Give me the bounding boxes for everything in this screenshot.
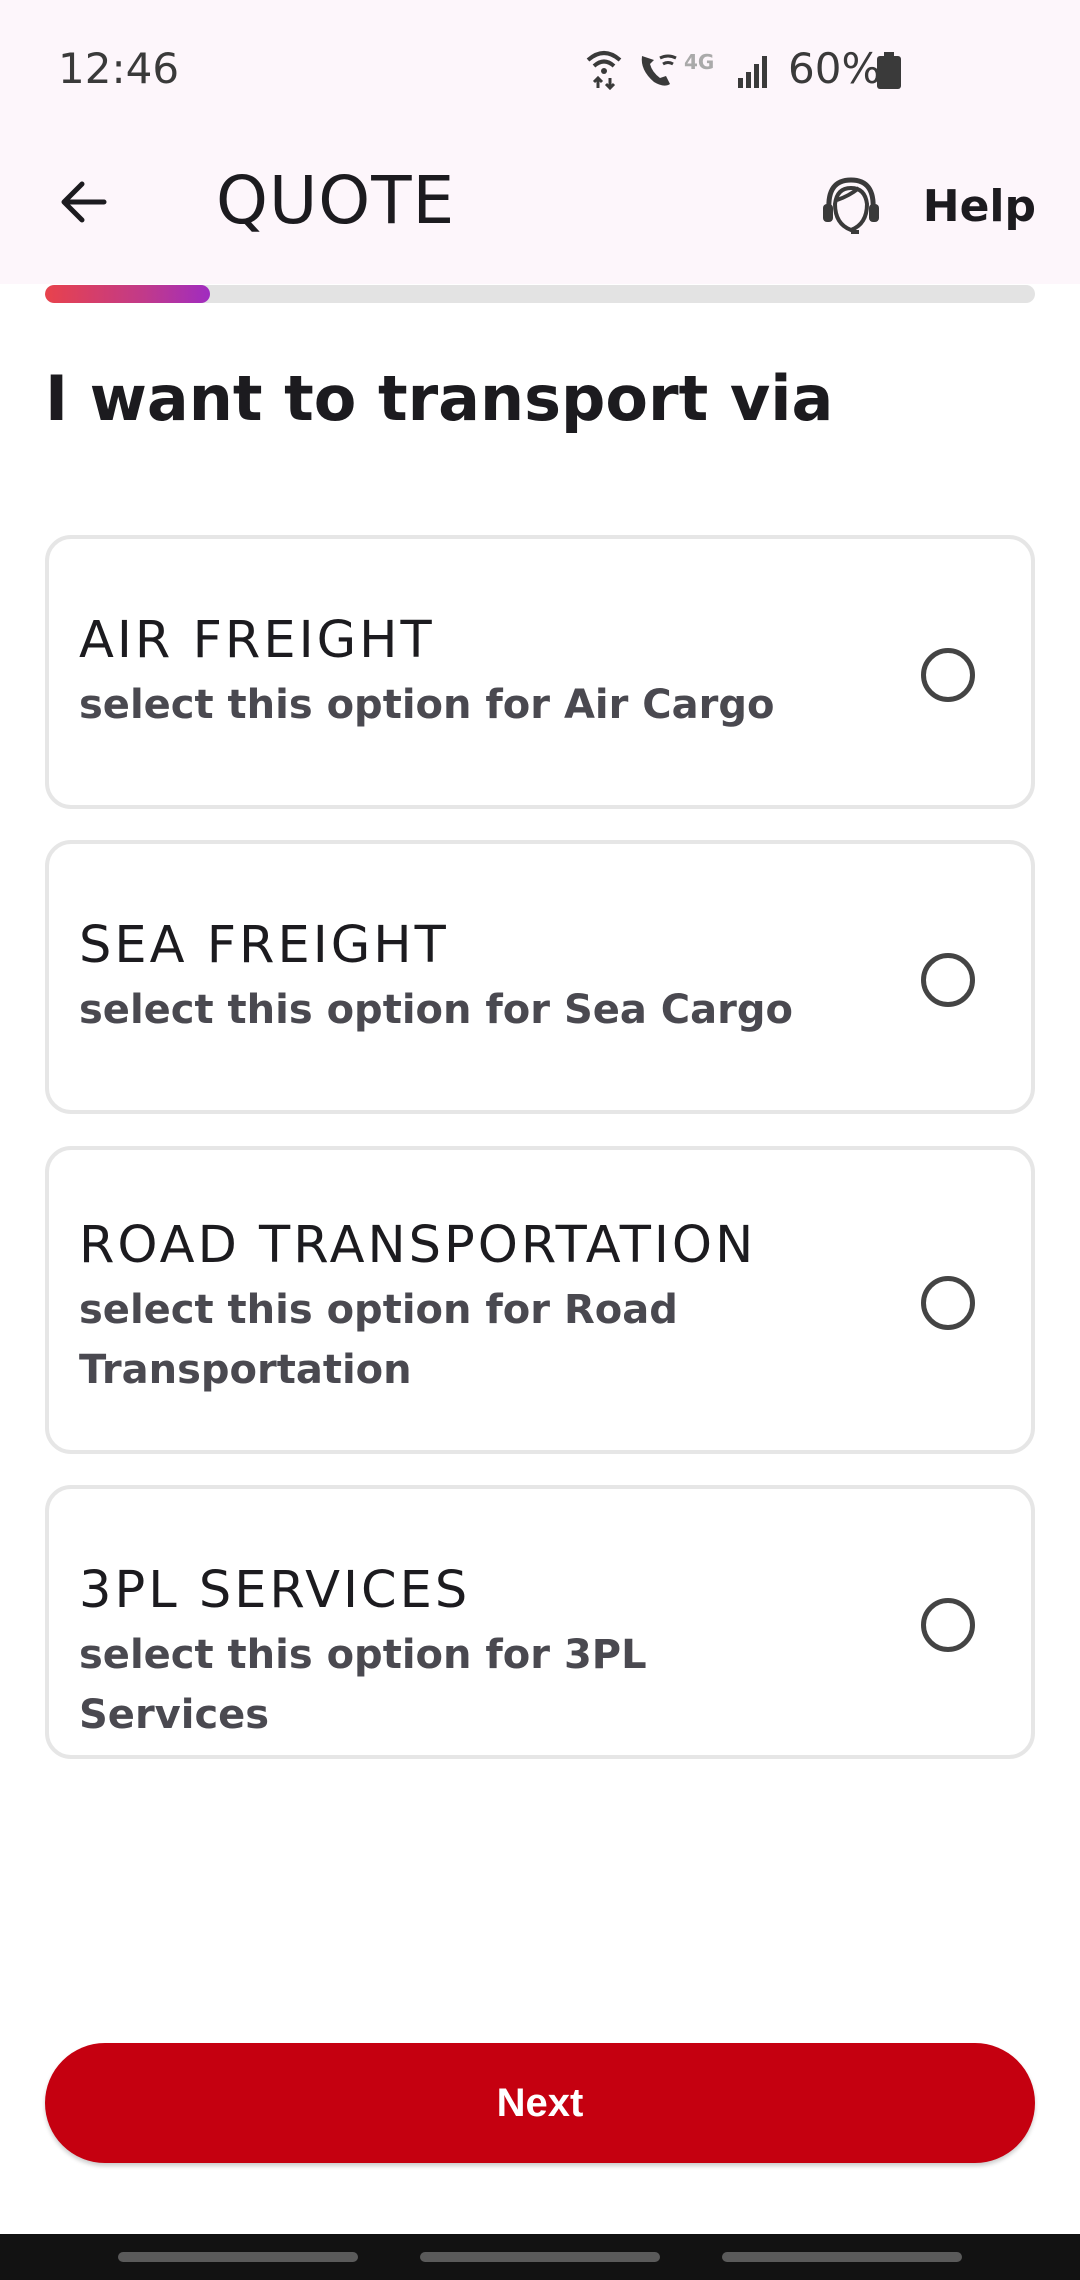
arrow-left-icon xyxy=(61,181,107,223)
nav-recents-handle[interactable] xyxy=(118,2252,358,2262)
option-3pl-services[interactable]: 3PL SERVICES select this option for 3PL … xyxy=(45,1485,1035,1759)
radio-button[interactable] xyxy=(921,1598,975,1652)
progress-bar xyxy=(45,285,1035,303)
option-title: AIR FREIGHT xyxy=(79,611,435,670)
signal-icon xyxy=(736,52,772,93)
quote-screen: 12:46 4G 60% QUOTE Help I want to transp… xyxy=(0,0,1080,2280)
wifi-icon xyxy=(584,46,624,95)
wifi-calling-icon xyxy=(636,50,680,95)
status-time: 12:46 xyxy=(58,44,180,93)
help-button[interactable]: Help xyxy=(819,166,1036,246)
section-heading: I want to transport via xyxy=(45,362,834,435)
network-type-label: 4G xyxy=(684,50,715,74)
radio-button[interactable] xyxy=(921,953,975,1007)
option-road-transportation[interactable]: ROAD TRANSPORTATION select this option f… xyxy=(45,1146,1035,1454)
top-area: 12:46 4G 60% QUOTE Help xyxy=(0,0,1080,284)
battery-icon xyxy=(876,52,902,90)
headset-agent-icon xyxy=(822,177,879,234)
battery-percent: 60% xyxy=(788,44,882,93)
radio-button[interactable] xyxy=(921,648,975,702)
system-nav-bar xyxy=(0,2234,1080,2280)
nav-home-handle[interactable] xyxy=(420,2252,660,2262)
option-subtitle: select this option for 3PL Services xyxy=(79,1632,647,1738)
next-button[interactable]: Next xyxy=(45,2043,1035,2163)
option-subtitle: select this option for Sea Cargo xyxy=(79,987,793,1033)
option-title: ROAD TRANSPORTATION xyxy=(79,1216,757,1275)
app-bar: QUOTE Help xyxy=(0,140,1080,284)
help-label: Help xyxy=(922,180,1036,232)
radio-button[interactable] xyxy=(921,1276,975,1330)
option-title: SEA FREIGHT xyxy=(79,916,449,975)
status-bar: 12:46 4G 60% xyxy=(0,0,1080,140)
option-sea-freight[interactable]: SEA FREIGHT select this option for Sea C… xyxy=(45,840,1035,1114)
page-title: QUOTE xyxy=(216,162,456,239)
option-title: 3PL SERVICES xyxy=(79,1561,471,1620)
back-button[interactable] xyxy=(44,162,124,242)
nav-back-handle[interactable] xyxy=(722,2252,962,2262)
option-subtitle: select this option for Air Cargo xyxy=(79,682,775,728)
progress-fill xyxy=(45,285,211,303)
option-subtitle: select this option for Road Transportati… xyxy=(79,1287,678,1393)
option-air-freight[interactable]: AIR FREIGHT select this option for Air C… xyxy=(45,535,1035,809)
